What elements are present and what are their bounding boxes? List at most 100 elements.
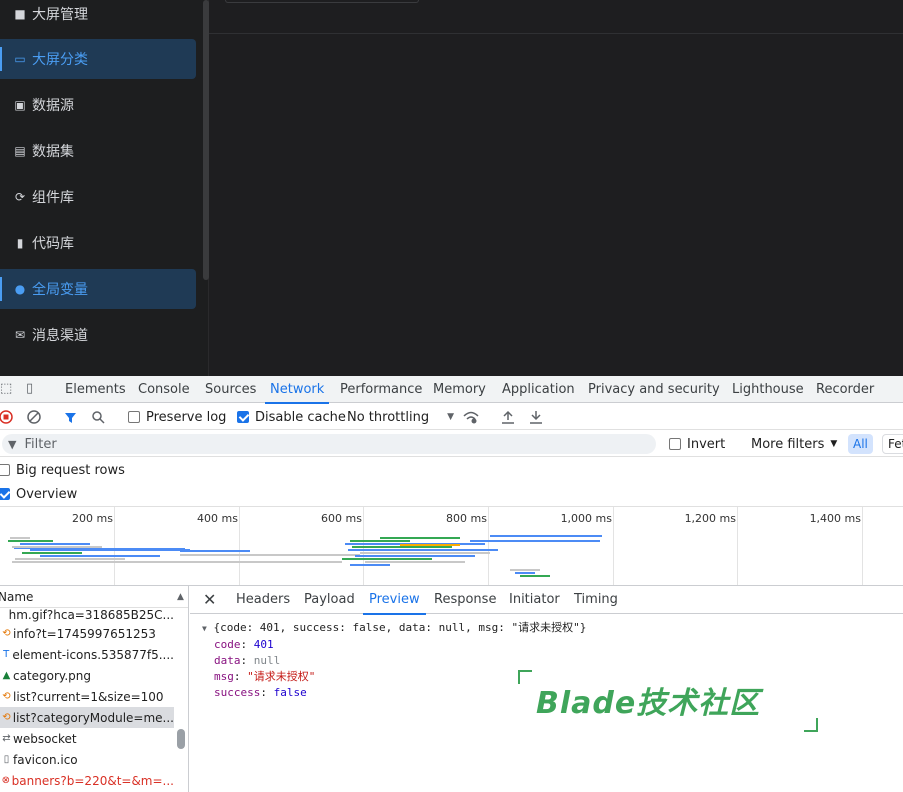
filter-fetch-button[interactable]: Fet <box>882 434 903 454</box>
tab-payload[interactable]: Payload <box>304 586 355 614</box>
timeline-overview[interactable]: 200 ms 400 ms 600 ms 800 ms 1,000 ms 1,2… <box>0 506 903 586</box>
checkbox-checked-icon <box>0 488 10 500</box>
timeline-grid-line <box>737 507 738 585</box>
tab-performance[interactable]: Performance <box>340 376 422 403</box>
tab-initiator[interactable]: Initiator <box>509 586 560 614</box>
request-list: Name ▲ hm.gif?hca=318685B25C... ⟲ info?t… <box>0 586 189 792</box>
timeline-request-bar <box>350 564 390 566</box>
invert-checkbox[interactable]: Invert <box>669 431 725 457</box>
tab-lighthouse[interactable]: Lighthouse <box>732 376 804 403</box>
code-icon: ▮ <box>16 236 24 250</box>
export-har-icon[interactable] <box>529 404 543 430</box>
record-stop-icon[interactable] <box>0 404 14 430</box>
big-request-rows-option[interactable]: Big request rows <box>0 458 125 482</box>
request-list-header[interactable]: Name ▲ <box>0 586 188 608</box>
tab-recorder[interactable]: Recorder <box>816 376 874 403</box>
tab-application[interactable]: Application <box>502 376 575 403</box>
checkbox-icon <box>128 411 140 423</box>
tab-elements[interactable]: Elements <box>65 376 126 403</box>
disable-cache-checkbox[interactable]: Disable cache <box>237 404 346 430</box>
timeline-request-bar <box>20 543 90 545</box>
request-row[interactable]: ▯ favicon.ico <box>0 749 174 770</box>
name-column-header: Name <box>0 589 34 604</box>
sort-up-icon[interactable]: ▲ <box>177 592 184 602</box>
request-row[interactable]: T element-icons.535877f5.... <box>0 644 174 665</box>
request-name: hm.gif?hca=318685B25C... <box>8 608 174 622</box>
tick-label: 400 ms <box>197 512 238 525</box>
clear-icon[interactable] <box>27 404 41 430</box>
request-row-error[interactable]: ⊗ banners?b=220&t=&m=... <box>0 770 174 791</box>
request-row[interactable]: ⟲ list?current=1&size=100 <box>0 686 174 707</box>
filter-input[interactable]: ▼ Filter <box>2 434 656 454</box>
sidebar-item-dashboard-category[interactable]: ▭ 大屏分类 <box>0 39 196 79</box>
request-row-selected[interactable]: ⟲ list?categoryModule=me... <box>0 707 174 728</box>
checkbox-checked-icon <box>237 411 249 423</box>
timeline-request-bar <box>470 540 600 542</box>
field-value: null <box>253 654 281 667</box>
field-key: data <box>214 654 241 667</box>
devtools-tabbar: ⬚ ▯ Elements Console Sources Network Per… <box>0 376 903 404</box>
request-row[interactable]: ▲ category.png <box>0 665 174 686</box>
import-har-icon[interactable] <box>501 404 515 430</box>
tab-response[interactable]: Response <box>434 586 496 614</box>
throttling-value: No throttling <box>347 409 430 425</box>
request-name: favicon.ico <box>13 752 78 767</box>
field-key: msg <box>214 670 234 683</box>
sidebar-item-datasource[interactable]: ▣ 数据源 <box>0 85 196 125</box>
content-input-box[interactable] <box>225 0 419 3</box>
sidebar-scrollbar[interactable] <box>203 0 209 280</box>
network-conditions-icon[interactable] <box>463 404 479 430</box>
tab-network[interactable]: Network <box>264 376 330 404</box>
sidebar-item-dataset[interactable]: ▤ 数据集 <box>0 131 196 171</box>
component-icon: ⟳ <box>14 190 26 204</box>
request-row[interactable]: ⇄ websocket <box>0 728 174 749</box>
watermark-text: Blade技术社区 <box>536 686 761 721</box>
watermark-logo: Blade技术社区 <box>518 670 818 732</box>
timeline-request-bar <box>12 561 342 563</box>
xhr-icon: ⟲ <box>2 691 11 702</box>
sidebar-item-global-vars[interactable]: ● 全局变量 <box>0 269 196 309</box>
tick-label: 1,000 ms <box>560 512 612 525</box>
xhr-icon: ⟲ <box>2 628 11 639</box>
filter-all-button[interactable]: All <box>848 434 873 454</box>
filter-icon[interactable] <box>64 404 77 430</box>
tick-label: 600 ms <box>321 512 362 525</box>
timeline-request-bar <box>520 575 550 577</box>
sidebar-item-components[interactable]: ⟳ 组件库 <box>0 177 196 217</box>
request-row[interactable]: ⟲ info?t=1745997651253 <box>0 623 174 644</box>
tab-memory[interactable]: Memory <box>433 376 486 403</box>
throttling-select[interactable]: No throttling ▼ <box>347 404 454 430</box>
tab-sources[interactable]: Sources <box>205 376 256 403</box>
tab-headers[interactable]: Headers <box>236 586 290 614</box>
websocket-icon: ⇄ <box>2 733 11 744</box>
sidebar-item-message-channel[interactable]: ✉ 消息渠道 <box>0 315 196 355</box>
more-filters-dropdown[interactable]: More filters ▼ <box>751 431 837 457</box>
more-filters-label: More filters <box>751 436 825 452</box>
tab-preview[interactable]: Preview <box>363 586 426 615</box>
device-toolbar-icon[interactable]: ▯ <box>26 381 33 396</box>
tab-privacy[interactable]: Privacy and security <box>588 376 720 403</box>
chevron-down-icon: ▼ <box>447 412 454 422</box>
sidebar-item-dashboard-manage[interactable]: ■ 大屏管理 <box>0 0 196 34</box>
timeline-request-bar <box>515 572 535 574</box>
field-key: code <box>214 638 241 651</box>
request-name: banners?b=220&t=&m=... <box>11 773 174 788</box>
request-row[interactable]: hm.gif?hca=318685B25C... <box>0 608 174 622</box>
tab-console[interactable]: Console <box>138 376 190 403</box>
request-list-scrollbar[interactable] <box>177 729 185 749</box>
close-icon[interactable]: ✕ <box>203 586 216 614</box>
timeline-request-bar <box>8 540 53 542</box>
watermark-corner-bottom-right <box>804 718 818 732</box>
search-icon[interactable] <box>92 404 105 430</box>
timeline-request-bar <box>352 546 452 548</box>
preview-root[interactable]: ▼ {code: 401, success: false, data: null… <box>202 620 586 637</box>
request-name: info?t=1745997651253 <box>13 626 156 641</box>
preserve-log-checkbox[interactable]: Preserve log <box>128 404 226 430</box>
bulb-icon: ● <box>14 282 26 296</box>
sidebar-item-code[interactable]: ▮ 代码库 <box>0 223 196 263</box>
overview-option[interactable]: Overview <box>0 482 77 506</box>
expand-triangle-icon[interactable]: ▼ <box>202 624 207 633</box>
inspect-icon[interactable]: ⬚ <box>0 381 12 396</box>
tab-timing[interactable]: Timing <box>574 586 618 614</box>
preview-field: data: null <box>214 654 281 667</box>
